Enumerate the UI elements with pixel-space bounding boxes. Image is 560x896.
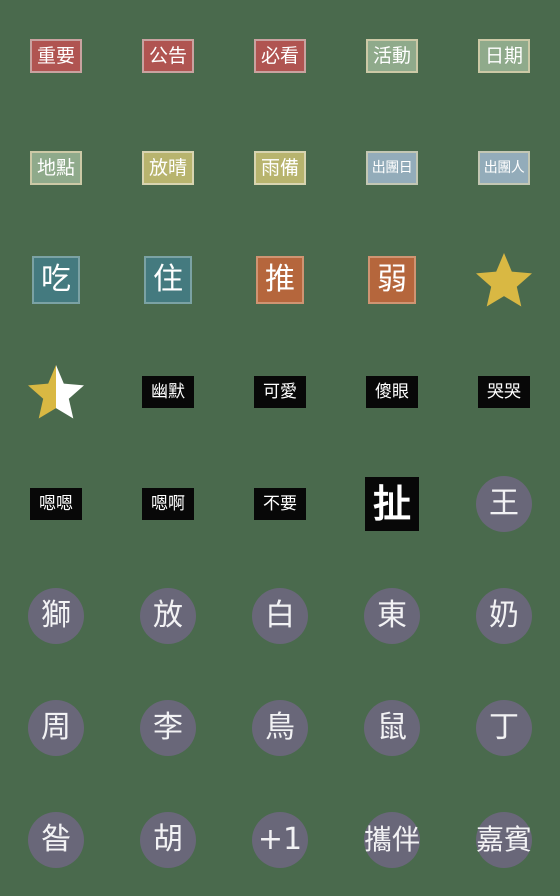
sticker-cell[interactable]: 必看 (224, 0, 336, 112)
sticker-cell[interactable]: 奶 (448, 560, 560, 672)
sticker-cell[interactable]: 地點 (0, 112, 112, 224)
sticker-black-square[interactable]: 扯 (365, 477, 419, 531)
sticker-square[interactable]: 住 (144, 256, 192, 304)
sticker-cell[interactable]: 白 (224, 560, 336, 672)
sticker-badge-small[interactable]: 出團人 (478, 151, 530, 185)
sticker-cell[interactable]: 鼠 (336, 672, 448, 784)
sticker-cell[interactable]: 出團日 (336, 112, 448, 224)
sticker-black-badge[interactable]: 傻眼 (366, 376, 418, 408)
sticker-circle[interactable]: 鳥 (252, 700, 308, 756)
sticker-circle[interactable]: 李 (140, 700, 196, 756)
sticker-cell[interactable]: 雨備 (224, 112, 336, 224)
sticker-cell[interactable]: 重要 (0, 0, 112, 112)
sticker-black-badge[interactable]: 幽默 (142, 376, 194, 408)
sticker-circle[interactable]: 鼠 (364, 700, 420, 756)
sticker-cell[interactable] (448, 224, 560, 336)
sticker-black-badge[interactable]: 不要 (254, 488, 306, 520)
sticker-square[interactable]: 推 (256, 256, 304, 304)
sticker-cell[interactable]: 周 (0, 672, 112, 784)
sticker-cell[interactable]: 傻眼 (336, 336, 448, 448)
sticker-cell[interactable]: 獅 (0, 560, 112, 672)
sticker-cell[interactable]: 放 (112, 560, 224, 672)
sticker-cell[interactable]: 幽默 (112, 336, 224, 448)
sticker-circle-wide[interactable]: 嘉賓 (476, 812, 532, 868)
sticker-badge-small[interactable]: 出團日 (366, 151, 418, 185)
sticker-cell[interactable]: 丁 (448, 672, 560, 784)
star-full-icon[interactable] (474, 250, 534, 310)
sticker-circle[interactable]: 獅 (28, 588, 84, 644)
sticker-grid: 重要 公告 必看 活動 日期地點 放晴 雨備 出團日 出團人吃 住 推 弱幽默 可愛 傻眼 哭哭嗯嗯 嗯啊 不要… (0, 0, 560, 896)
sticker-circle[interactable]: 奶 (476, 588, 532, 644)
sticker-cell[interactable]: 嗯嗯 (0, 448, 112, 560)
sticker-circle-wide[interactable]: 攜伴 (364, 812, 420, 868)
sticker-badge[interactable]: 活動 (366, 39, 418, 73)
sticker-cell[interactable]: 不要 (224, 448, 336, 560)
sticker-badge[interactable]: 日期 (478, 39, 530, 73)
sticker-black-badge[interactable]: 可愛 (254, 376, 306, 408)
sticker-cell[interactable]: 出團人 (448, 112, 560, 224)
sticker-badge[interactable]: 必看 (254, 39, 306, 73)
sticker-cell[interactable]: 嗯啊 (112, 448, 224, 560)
sticker-black-badge[interactable]: 嗯啊 (142, 488, 194, 520)
sticker-cell[interactable]: 推 (224, 224, 336, 336)
sticker-cell[interactable]: 弱 (336, 224, 448, 336)
sticker-square[interactable]: 吃 (32, 256, 80, 304)
sticker-cell[interactable]: 嘉賓 (448, 784, 560, 896)
sticker-circle[interactable]: 丁 (476, 700, 532, 756)
sticker-black-badge[interactable]: 嗯嗯 (30, 488, 82, 520)
sticker-circle[interactable]: +1 (252, 812, 308, 868)
sticker-circle[interactable]: 放 (140, 588, 196, 644)
sticker-cell[interactable]: 日期 (448, 0, 560, 112)
sticker-badge[interactable]: 放晴 (142, 151, 194, 185)
sticker-cell[interactable] (0, 336, 112, 448)
sticker-circle[interactable]: 王 (476, 476, 532, 532)
sticker-cell[interactable]: 可愛 (224, 336, 336, 448)
sticker-cell[interactable]: 哭哭 (448, 336, 560, 448)
sticker-square[interactable]: 弱 (368, 256, 416, 304)
sticker-cell[interactable]: 攜伴 (336, 784, 448, 896)
star-half-icon[interactable] (26, 362, 86, 422)
sticker-cell[interactable]: 昝 (0, 784, 112, 896)
sticker-circle[interactable]: 昝 (28, 812, 84, 868)
sticker-badge[interactable]: 重要 (30, 39, 82, 73)
sticker-cell[interactable]: 公告 (112, 0, 224, 112)
sticker-cell[interactable]: 吃 (0, 224, 112, 336)
sticker-black-badge[interactable]: 哭哭 (478, 376, 530, 408)
sticker-circle[interactable]: 東 (364, 588, 420, 644)
sticker-circle[interactable]: 白 (252, 588, 308, 644)
sticker-cell[interactable]: 王 (448, 448, 560, 560)
sticker-cell[interactable]: 胡 (112, 784, 224, 896)
sticker-cell[interactable]: 活動 (336, 0, 448, 112)
sticker-circle[interactable]: 胡 (140, 812, 196, 868)
sticker-cell[interactable]: 扯 (336, 448, 448, 560)
sticker-circle[interactable]: 周 (28, 700, 84, 756)
sticker-badge[interactable]: 雨備 (254, 151, 306, 185)
sticker-cell[interactable]: 住 (112, 224, 224, 336)
sticker-badge[interactable]: 公告 (142, 39, 194, 73)
sticker-cell[interactable]: 鳥 (224, 672, 336, 784)
sticker-cell[interactable]: 放晴 (112, 112, 224, 224)
sticker-badge[interactable]: 地點 (30, 151, 82, 185)
sticker-cell[interactable]: 李 (112, 672, 224, 784)
sticker-cell[interactable]: 東 (336, 560, 448, 672)
sticker-cell[interactable]: +1 (224, 784, 336, 896)
